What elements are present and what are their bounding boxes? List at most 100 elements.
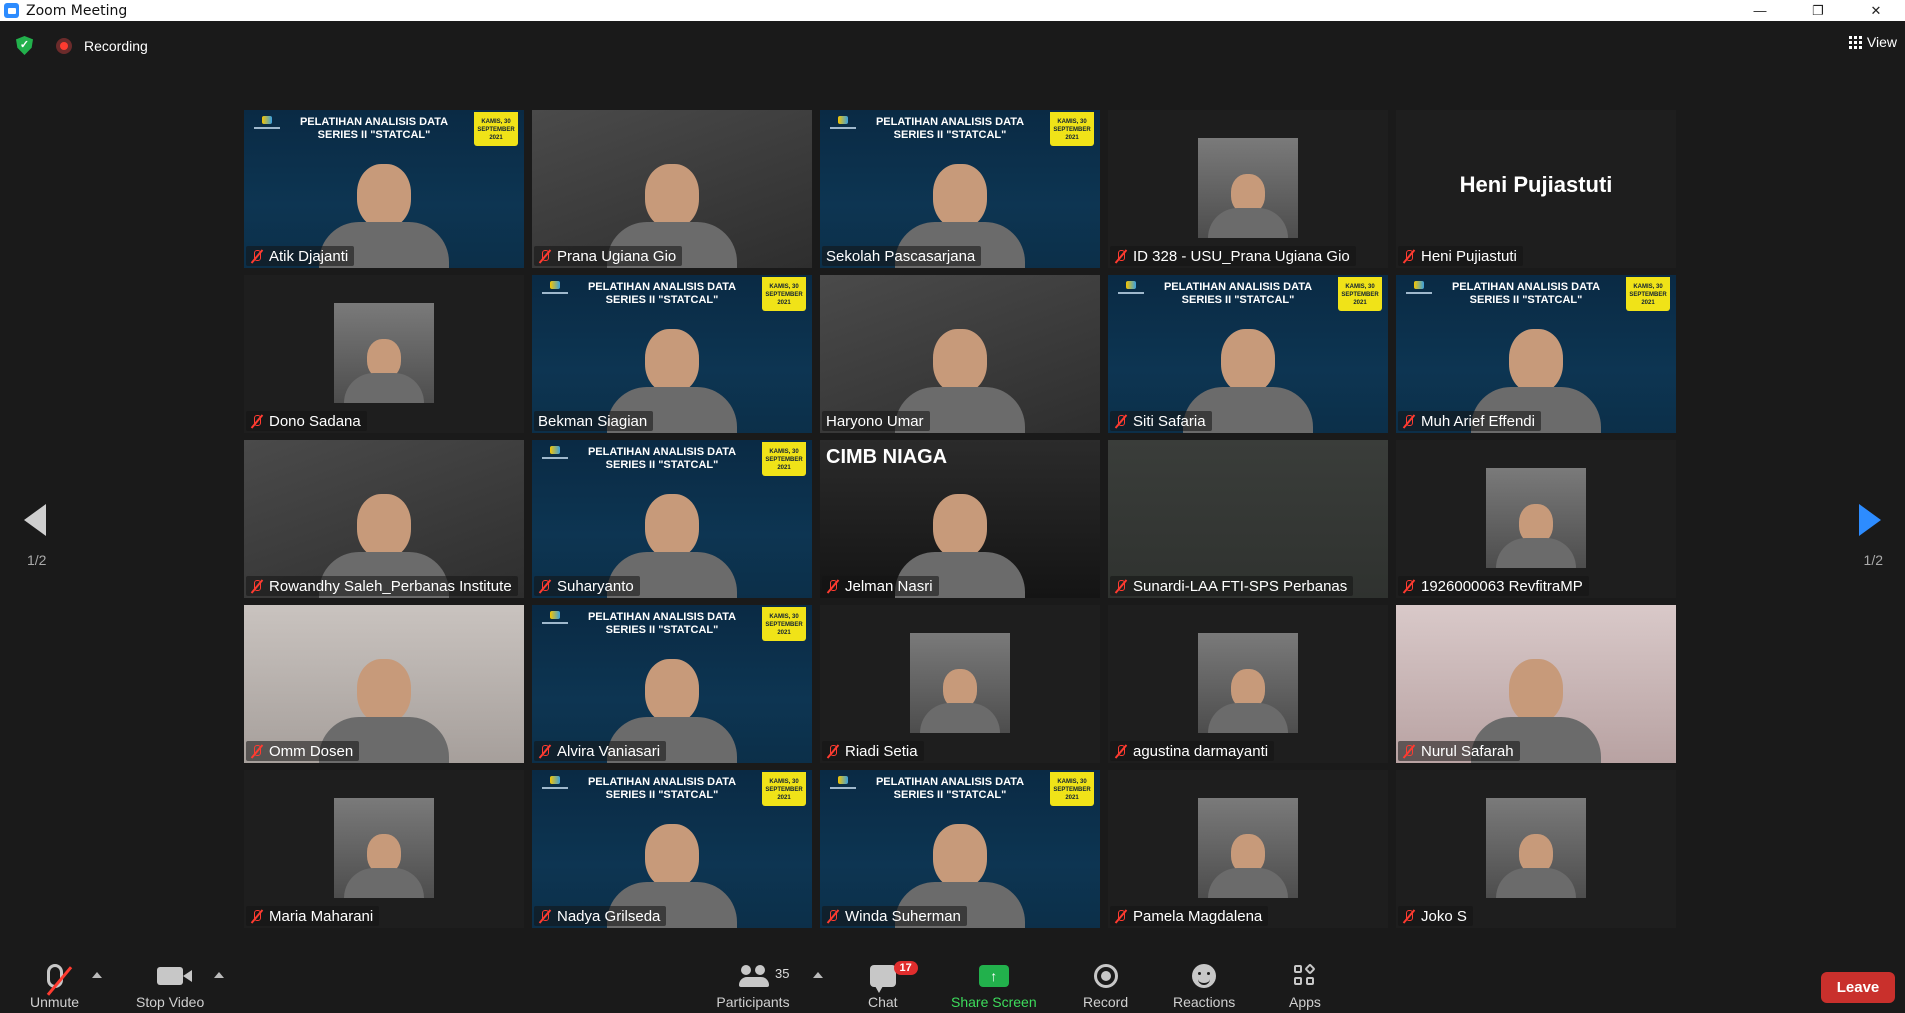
participants-button[interactable]: 35 Participants (713, 960, 793, 1010)
muted-microphone-icon (250, 249, 264, 263)
record-label: Record (1083, 994, 1129, 1010)
participant-name: Rowandhy Saleh_Perbanas Institute (269, 577, 512, 595)
reactions-button[interactable]: Reactions (1173, 960, 1235, 1010)
virtual-background-date-badge: KAMIS, 30 SEPTEMBER 2021 (762, 607, 806, 641)
page-indicator-right: 1/2 (1863, 552, 1883, 568)
participant-video-tile[interactable]: PELATIHAN ANALISIS DATA SERIES II "STATC… (1396, 275, 1676, 433)
minimize-button[interactable]: — (1731, 0, 1789, 21)
camera-feed (334, 798, 434, 898)
virtual-background-date-badge: KAMIS, 30 SEPTEMBER 2021 (762, 442, 806, 476)
participant-video-tile[interactable]: Pamela Magdalena (1108, 770, 1388, 928)
muted-microphone-icon (250, 414, 264, 428)
restore-button[interactable]: ❐ (1789, 0, 1847, 21)
participant-name: Jelman Nasri (845, 577, 933, 595)
view-label: View (1866, 34, 1897, 50)
muted-microphone-icon (1402, 909, 1416, 923)
participant-video-tile[interactable]: Riadi Setia (820, 605, 1100, 763)
participant-video-tile[interactable]: Haryono Umar (820, 275, 1100, 433)
participant-name-tag: Muh Arief Effendi (1398, 411, 1541, 431)
perbanas-logo-icon (1118, 281, 1144, 299)
unmute-button[interactable]: Unmute (30, 960, 79, 1010)
participants-icon (739, 965, 769, 987)
participant-video-tile[interactable]: Rowandhy Saleh_Perbanas Institute (244, 440, 524, 598)
participant-video-tile[interactable]: PELATIHAN ANALISIS DATA SERIES II "STATC… (1108, 275, 1388, 433)
apps-button[interactable]: Apps (1289, 960, 1321, 1010)
participant-name: Alvira Vaniasari (557, 742, 661, 760)
previous-page-arrow-icon[interactable] (24, 504, 46, 536)
muted-microphone-icon (1402, 249, 1416, 263)
participant-name: Joko S (1421, 907, 1467, 925)
participant-video-tile[interactable]: ID 328 - USU_Prana Ugiana Gio (1108, 110, 1388, 268)
camera-feed (910, 633, 1010, 733)
participant-video-tile[interactable]: PELATIHAN ANALISIS DATA SERIES II "STATC… (532, 275, 812, 433)
reactions-label: Reactions (1173, 994, 1236, 1010)
participant-name-tag: Joko S (1398, 906, 1473, 926)
leave-button[interactable]: Leave (1821, 972, 1895, 1003)
page-indicator-left: 1/2 (27, 552, 47, 568)
record-button[interactable]: Record (1083, 960, 1128, 1010)
participant-name: Omm Dosen (269, 742, 354, 760)
perbanas-logo-icon (542, 611, 568, 629)
video-options-caret-icon[interactable] (214, 972, 224, 978)
audio-options-caret-icon[interactable] (92, 972, 102, 978)
unmute-label: Unmute (30, 994, 80, 1010)
participant-video-tile[interactable]: Heni Pujiastuti Heni Pujiastuti (1396, 110, 1676, 268)
participant-name-tag: Atik Djajanti (246, 246, 355, 266)
virtual-background-date-badge: KAMIS, 30 SEPTEMBER 2021 (1050, 772, 1094, 806)
participant-name: Suharyanto (557, 577, 634, 595)
participant-video-tile[interactable]: PELATIHAN ANALISIS DATA SERIES II "STATC… (244, 110, 524, 268)
close-button[interactable]: ✕ (1847, 0, 1905, 21)
participant-video-tile[interactable]: Nurul Safarah (1396, 605, 1676, 763)
participant-video-tile[interactable]: Prana Ugiana Gio (532, 110, 812, 268)
participant-video-tile[interactable]: PELATIHAN ANALISIS DATA SERIES II "STATC… (820, 770, 1100, 928)
view-button[interactable]: View (1848, 34, 1897, 50)
participant-name-tag: Bekman Siagian (534, 411, 654, 431)
participant-name: Atik Djajanti (269, 247, 349, 265)
perbanas-logo-icon (830, 116, 856, 134)
video-gallery: PELATIHAN ANALISIS DATA SERIES II "STATC… (244, 110, 1676, 932)
participant-video-tile[interactable]: CIMB NIAGA Jelman Nasri (820, 440, 1100, 598)
participant-name-tag: Maria Maharani (246, 906, 380, 926)
apps-icon (1293, 963, 1316, 987)
participants-options-caret-icon[interactable] (813, 972, 823, 978)
encryption-shield-icon[interactable]: ✓ (16, 36, 33, 55)
virtual-background-date-badge: KAMIS, 30 SEPTEMBER 2021 (474, 112, 518, 146)
participant-video-tile[interactable]: PELATIHAN ANALISIS DATA SERIES II "STATC… (532, 440, 812, 598)
participant-figure (1208, 834, 1288, 898)
participant-name-tag: Riadi Setia (822, 741, 924, 761)
participant-name: Winda Suherman (845, 907, 961, 925)
muted-microphone-icon (1114, 909, 1128, 923)
camera-feed (1198, 138, 1298, 238)
participant-video-tile[interactable]: PELATIHAN ANALISIS DATA SERIES II "STATC… (532, 770, 812, 928)
participant-name-tag: Winda Suherman (822, 906, 967, 926)
perbanas-logo-icon (542, 776, 568, 794)
participant-name-tag: Rowandhy Saleh_Perbanas Institute (246, 576, 518, 596)
participant-video-tile[interactable]: Maria Maharani (244, 770, 524, 928)
recording-label[interactable]: Recording (84, 38, 148, 54)
perbanas-logo-icon (830, 776, 856, 794)
meeting-toolbar: Unmute Stop Video 35 Participants 17 Cha… (0, 952, 1905, 1013)
share-screen-button[interactable]: ↑ Share Screen (951, 960, 1037, 1010)
record-icon (1093, 964, 1118, 988)
virtual-background-title: PELATIHAN ANALISIS DATA SERIES II "STATC… (875, 776, 1025, 801)
virtual-background-date-badge: KAMIS, 30 SEPTEMBER 2021 (762, 772, 806, 806)
participant-video-tile[interactable]: PELATIHAN ANALISIS DATA SERIES II "STATC… (820, 110, 1100, 268)
muted-microphone-icon (1114, 414, 1128, 428)
participant-video-tile[interactable]: PELATIHAN ANALISIS DATA SERIES II "STATC… (532, 605, 812, 763)
gallery-grid-icon (1848, 35, 1862, 49)
chat-button[interactable]: 17 Chat (868, 960, 918, 1010)
stop-video-button[interactable]: Stop Video (136, 960, 204, 1010)
participant-video-tile[interactable]: agustina darmayanti (1108, 605, 1388, 763)
participant-video-tile[interactable]: Joko S (1396, 770, 1676, 928)
virtual-background-date-badge: KAMIS, 30 SEPTEMBER 2021 (1050, 112, 1094, 146)
participant-video-tile[interactable]: Omm Dosen (244, 605, 524, 763)
participant-video-tile[interactable]: 1926000063 RevfitraMP (1396, 440, 1676, 598)
participant-video-tile[interactable]: Sunardi-LAA FTI-SPS Perbanas (1108, 440, 1388, 598)
recording-icon[interactable] (56, 38, 72, 54)
participant-video-tile[interactable]: Dono Sadana (244, 275, 524, 433)
share-screen-arrow-icon: ↑ (978, 965, 1009, 987)
next-page-arrow-icon[interactable] (1859, 504, 1881, 536)
participant-figure (1496, 504, 1576, 568)
participant-name-tag: Sekolah Pascasarjana (822, 246, 982, 266)
perbanas-logo-icon (542, 281, 568, 299)
